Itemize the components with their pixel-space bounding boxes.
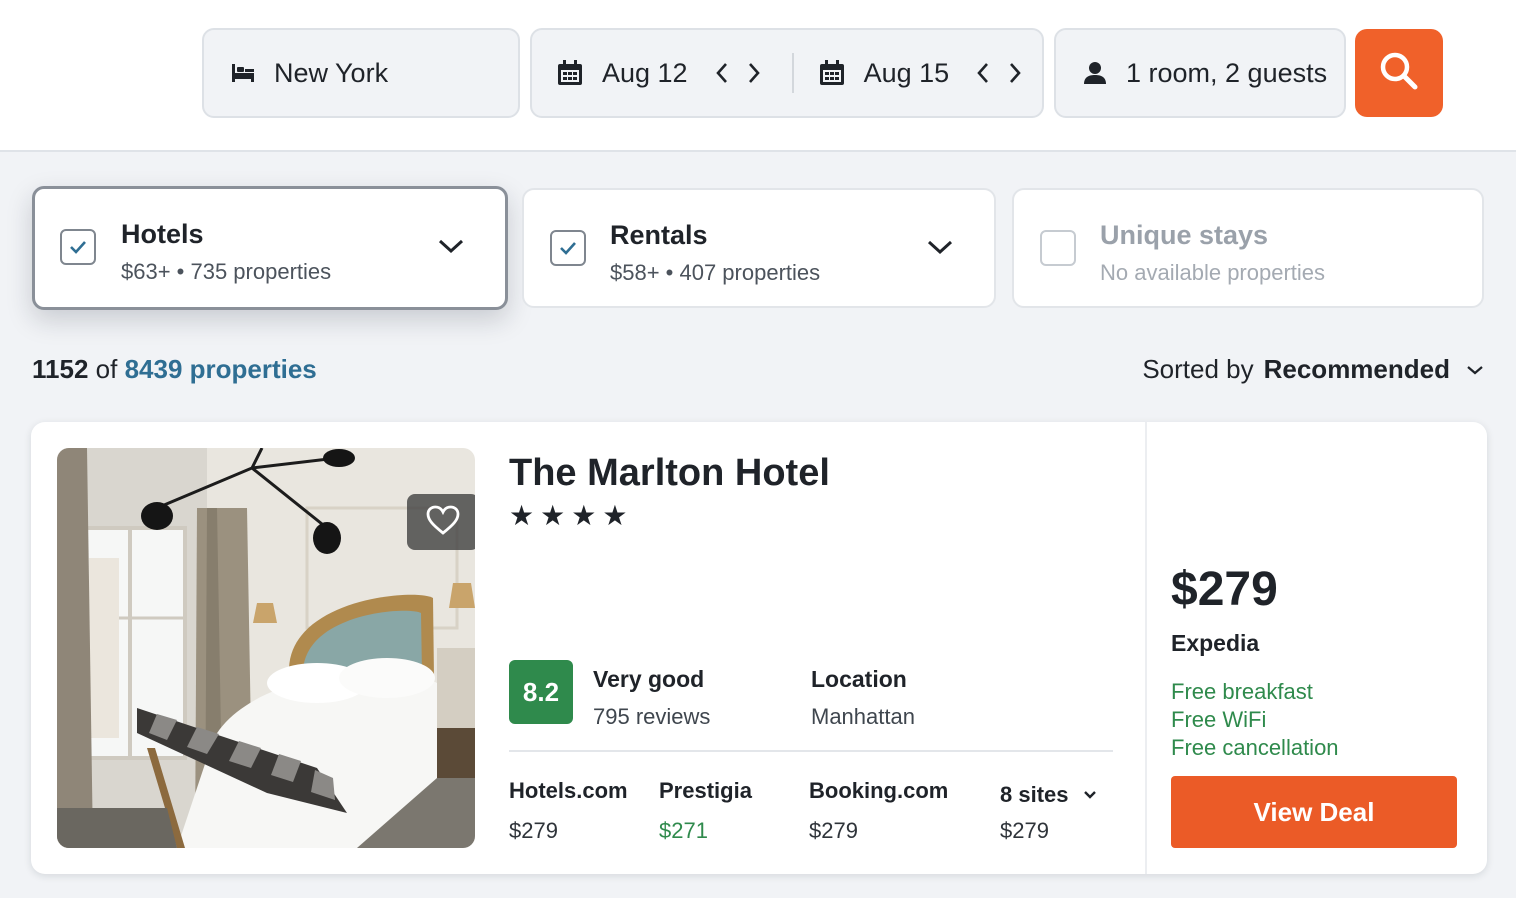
perks-list: Free breakfast Free WiFi Free cancellati… xyxy=(1171,678,1339,762)
filter-title: Hotels xyxy=(121,219,204,249)
site-offer[interactable]: Booking.com $279 xyxy=(809,778,948,844)
review-count[interactable]: 795 reviews xyxy=(593,704,710,730)
destination-field[interactable]: New York xyxy=(202,28,520,118)
date-divider xyxy=(791,53,794,93)
search-icon xyxy=(1378,50,1420,97)
site-price: $279 xyxy=(509,818,558,843)
star-icon: ★ xyxy=(509,500,535,531)
results-total-link[interactable]: 8439 properties xyxy=(125,354,317,384)
site-offer[interactable]: Hotels.com $279 xyxy=(509,778,628,844)
filter-title: Unique stays xyxy=(1100,220,1269,250)
star-rating: ★ ★ ★ ★ xyxy=(509,502,633,530)
more-sites-label: 8 sites xyxy=(1000,782,1069,807)
view-deal-button[interactable]: View Deal xyxy=(1171,776,1457,848)
star-icon: ★ xyxy=(540,500,566,531)
unique-stays-checkbox xyxy=(1040,230,1076,266)
hotel-photo[interactable] xyxy=(57,448,475,848)
person-icon xyxy=(1082,60,1108,86)
site-price: $279 xyxy=(809,818,858,843)
price-column-divider xyxy=(1145,422,1147,874)
chevron-down-icon xyxy=(1083,790,1097,800)
perk-item: Free cancellation xyxy=(1171,735,1339,760)
calendar-icon xyxy=(818,59,846,87)
checkout-value: Aug 15 xyxy=(863,57,950,88)
rating-label: Very good xyxy=(593,666,705,692)
check-icon xyxy=(70,241,86,254)
card-divider xyxy=(509,750,1113,752)
site-price: $279 xyxy=(1000,818,1049,843)
check-icon xyxy=(560,242,576,255)
site-name: Hotels.com xyxy=(509,778,628,803)
dates-field: Aug 12 Aug 15 xyxy=(530,28,1044,118)
hotels-checkbox[interactable] xyxy=(60,229,96,265)
destination-value: New York xyxy=(274,57,389,88)
chevron-right-icon[interactable] xyxy=(742,59,766,87)
bed-icon xyxy=(230,62,256,84)
rentals-checkbox[interactable] xyxy=(550,230,586,266)
chevron-left-icon[interactable] xyxy=(710,59,734,87)
sort-dropdown[interactable]: Sorted by Recommended xyxy=(1142,354,1484,385)
filter-unique-stays: Unique stays No available properties xyxy=(1012,188,1484,308)
filter-subtitle: $58+ • 407 properties xyxy=(610,260,821,285)
search-button[interactable] xyxy=(1355,29,1443,117)
filter-title: Rentals xyxy=(610,220,708,250)
site-price: $271 xyxy=(659,818,708,843)
location-value: Manhattan xyxy=(811,704,915,729)
results-shown: 1152 xyxy=(32,354,89,384)
sort-label: Sorted by xyxy=(1142,354,1254,384)
perk-item: Free WiFi xyxy=(1171,707,1267,732)
search-bar: New York Aug 12 Aug 15 1 room, 2 guests xyxy=(0,0,1516,152)
site-name: Prestigia xyxy=(659,778,752,803)
guests-field[interactable]: 1 room, 2 guests xyxy=(1054,28,1346,118)
site-name: Booking.com xyxy=(809,778,949,803)
filter-rentals[interactable]: Rentals $58+ • 407 properties xyxy=(522,188,996,308)
location-label: Location xyxy=(811,666,907,692)
hotel-result-card[interactable]: The Marlton Hotel ★ ★ ★ ★ 8.2 Very good … xyxy=(31,422,1487,874)
results-of: of xyxy=(95,354,118,384)
chevron-down-icon[interactable] xyxy=(926,238,954,261)
star-icon: ★ xyxy=(602,500,628,531)
site-offer[interactable]: Prestigia $271 xyxy=(659,778,752,844)
review-score-badge: 8.2 xyxy=(509,660,573,724)
price-provider: Expedia xyxy=(1171,630,1260,656)
perk-item: Free breakfast xyxy=(1171,679,1313,704)
guests-value: 1 room, 2 guests xyxy=(1126,57,1328,88)
checkin-date[interactable]: Aug 12 xyxy=(556,58,766,89)
checkout-date[interactable]: Aug 15 xyxy=(818,58,1028,89)
filter-subtitle: $63+ • 735 properties xyxy=(121,259,332,284)
chevron-down-icon xyxy=(1466,364,1484,376)
calendar-icon xyxy=(556,59,584,87)
chevron-down-icon[interactable] xyxy=(437,237,465,260)
favorite-button[interactable] xyxy=(407,494,475,550)
chevron-right-icon[interactable] xyxy=(1003,59,1027,87)
checkin-value: Aug 12 xyxy=(602,57,688,88)
chevron-left-icon[interactable] xyxy=(971,59,995,87)
heart-icon xyxy=(425,504,461,541)
results-count: 1152 of 8439 properties xyxy=(32,354,317,385)
more-sites-dropdown[interactable]: 8 sites $279 xyxy=(1000,782,1097,844)
hotel-name[interactable]: The Marlton Hotel xyxy=(509,452,830,495)
sort-value: Recommended xyxy=(1263,354,1450,384)
star-icon: ★ xyxy=(571,500,597,531)
filter-hotels[interactable]: Hotels $63+ • 735 properties xyxy=(32,186,508,310)
best-price: $279 xyxy=(1171,563,1278,616)
filter-subtitle: No available properties xyxy=(1100,260,1326,285)
